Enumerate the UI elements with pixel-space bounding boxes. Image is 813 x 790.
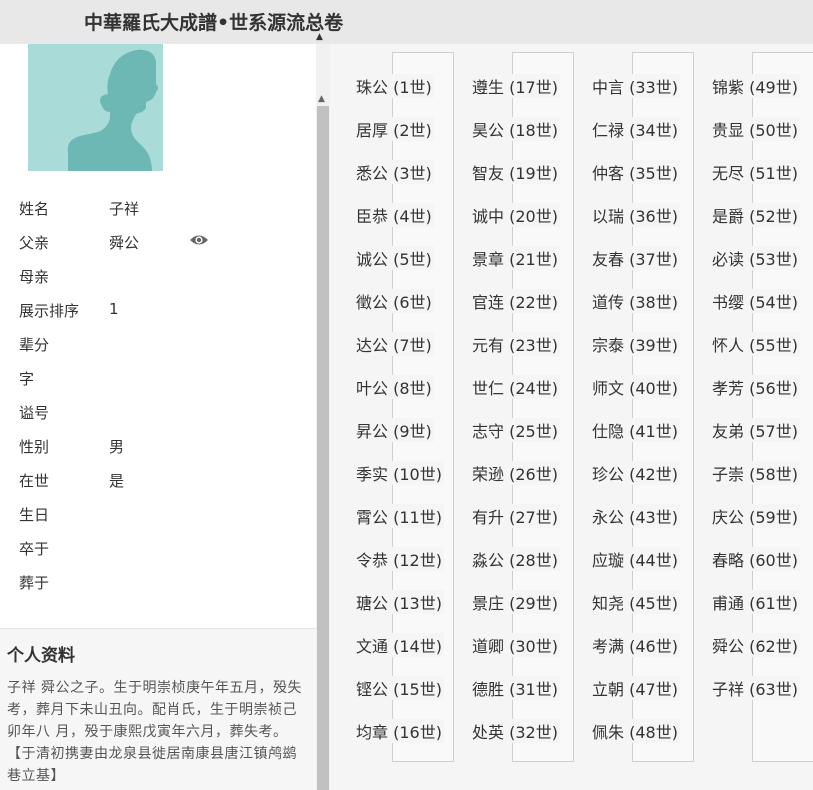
generation-list-panel: 珠公 (1世) 居厚 (2世) 悉公 (3世) 臣恭 (4世) 诚公 (5世) 徵公 (6… — [330, 44, 813, 790]
generation-item[interactable]: 德胜 (31世) — [470, 676, 560, 700]
info-label: 辈分 — [19, 336, 50, 354]
generation-item[interactable]: 处英 (32世) — [470, 719, 560, 743]
generation-item[interactable]: 荣逊 (26世) — [470, 461, 560, 485]
generation-item[interactable]: 悉公 (3世) — [354, 160, 434, 184]
info-value: 舜公 — [109, 234, 140, 252]
profile-section: 个人资料 子祥 舜公之子。生于明崇桢庚午年五月，殁失考，葬月下未山丑向。配肖氏，… — [0, 628, 316, 790]
generation-item[interactable]: 仁禄 (34世) — [590, 117, 680, 141]
generation-item[interactable]: 诚公 (5世) — [354, 246, 434, 270]
info-label: 在世 — [19, 472, 50, 490]
generation-item[interactable]: 友弟 (57世) — [710, 418, 800, 442]
generation-item[interactable]: 道传 (38世) — [590, 289, 680, 313]
info-value: 1 — [109, 300, 119, 318]
info-value: 子祥 — [109, 200, 140, 218]
generation-item[interactable]: 铿公 (15世) — [354, 676, 444, 700]
generation-item[interactable]: 昊公 (18世) — [470, 117, 560, 141]
generation-item[interactable]: 道卿 (30世) — [470, 633, 560, 657]
generation-item[interactable]: 志守 (25世) — [470, 418, 560, 442]
generation-item[interactable]: 景章 (21世) — [470, 246, 560, 270]
generation-item[interactable]: 居厚 (2世) — [354, 117, 434, 141]
generation-item[interactable]: 淼公 (28世) — [470, 547, 560, 571]
generation-item[interactable]: 文通 (14世) — [354, 633, 444, 657]
generation-item[interactable]: 知尧 (45世) — [590, 590, 680, 614]
generation-item[interactable]: 霄公 (11世) — [354, 504, 444, 528]
generation-item[interactable]: 是爵 (52世) — [710, 203, 800, 227]
generation-item[interactable]: 仕隐 (41世) — [590, 418, 680, 442]
generation-item[interactable]: 师文 (40世) — [590, 375, 680, 399]
generation-item[interactable]: 智友 (19世) — [470, 160, 560, 184]
generation-item[interactable]: 景庄 (29世) — [470, 590, 560, 614]
generation-item[interactable]: 锦紫 (49世) — [710, 74, 800, 98]
profile-text: 子祥 舜公之子。生于明崇桢庚午年五月，殁失考，葬月下未山丑向。配肖氏，生于明崇祯… — [7, 680, 302, 784]
generation-item[interactable]: 佩朱 (48世) — [590, 719, 680, 743]
generation-item[interactable]: 中言 (33世) — [590, 74, 680, 98]
generation-item[interactable]: 孝芳 (56世) — [710, 375, 800, 399]
generation-item[interactable]: 世仁 (24世) — [470, 375, 560, 399]
generation-item[interactable]: 友春 (37世) — [590, 246, 680, 270]
collapse-arrow-icon[interactable]: ▲ — [316, 32, 323, 42]
generation-item[interactable]: 必读 (53世) — [710, 246, 800, 270]
generation-item[interactable]: 诚中 (20世) — [470, 203, 560, 227]
generation-item[interactable]: 庆公 (59世) — [710, 504, 800, 528]
page-title: 中華羅氏大成譜•世系源流总卷 — [84, 12, 344, 34]
generation-item[interactable]: 令恭 (12世) — [354, 547, 444, 571]
info-label: 字 — [19, 370, 35, 388]
info-label: 展示排序 — [19, 302, 80, 320]
info-label: 谥号 — [19, 404, 50, 422]
generation-item[interactable]: 季实 (10世) — [354, 461, 444, 485]
generation-item[interactable]: 立朝 (47世) — [590, 676, 680, 700]
generation-item[interactable]: 甫通 (61世) — [710, 590, 800, 614]
person-detail-panel: 姓名 子祥 父亲 舜公 母亲 展示排序 1 辈分 字 谥号 性别 男 在世 是 … — [0, 44, 316, 790]
info-label: 姓名 — [19, 200, 50, 218]
generation-item[interactable]: 仲客 (35世) — [590, 160, 680, 184]
scroll-up-arrow-icon[interactable]: ▲ — [318, 94, 325, 104]
generation-item[interactable]: 怀人 (55世) — [710, 332, 800, 356]
info-label: 葬于 — [19, 574, 50, 592]
generation-item[interactable]: 有升 (27世) — [470, 504, 560, 528]
generation-item[interactable]: 应璇 (44世) — [590, 547, 680, 571]
generation-item[interactable]: 瑭公 (13世) — [354, 590, 444, 614]
generation-item[interactable]: 舜公 (62世) — [710, 633, 800, 657]
generation-item[interactable]: 均章 (16世) — [354, 719, 444, 743]
generation-item[interactable]: 子崇 (58世) — [710, 461, 800, 485]
generation-item[interactable]: 臣恭 (4世) — [354, 203, 434, 227]
generation-item[interactable]: 达公 (7世) — [354, 332, 434, 356]
generation-item[interactable]: 元有 (23世) — [470, 332, 560, 356]
generation-item[interactable]: 贵显 (50世) — [710, 117, 800, 141]
generation-item[interactable]: 永公 (43世) — [590, 504, 680, 528]
generation-item[interactable]: 徵公 (6世) — [354, 289, 434, 313]
scrollbar-thumb[interactable] — [317, 106, 329, 790]
app-header: 中華羅氏大成譜•世系源流总卷 ▲ — [0, 0, 813, 44]
generation-item[interactable]: 春略 (60世) — [710, 547, 800, 571]
generation-item[interactable]: 考满 (46世) — [590, 633, 680, 657]
generation-item[interactable]: 子祥 (63世) — [710, 676, 800, 700]
info-label: 生日 — [19, 506, 50, 524]
generation-item[interactable]: 遵生 (17世) — [470, 74, 560, 98]
info-label: 父亲 — [19, 234, 50, 252]
info-label: 母亲 — [19, 268, 50, 286]
generation-item[interactable]: 官连 (22世) — [470, 289, 560, 313]
generation-item[interactable]: 珠公 (1世) — [354, 74, 434, 98]
info-value: 男 — [109, 438, 125, 456]
info-value: 是 — [109, 472, 125, 490]
info-label: 性别 — [19, 438, 50, 456]
info-label: 卒于 — [19, 540, 50, 558]
eye-icon[interactable] — [189, 233, 209, 247]
generation-item[interactable]: 昇公 (9世) — [354, 418, 434, 442]
generation-item[interactable]: 书缨 (54世) — [710, 289, 800, 313]
generation-item[interactable]: 宗泰 (39世) — [590, 332, 680, 356]
generation-item[interactable]: 以瑞 (36世) — [590, 203, 680, 227]
avatar — [28, 44, 163, 171]
generation-item[interactable]: 无尽 (51世) — [710, 160, 800, 184]
generation-item[interactable]: 珍公 (42世) — [590, 461, 680, 485]
profile-title: 个人资料 — [7, 646, 75, 666]
generation-item[interactable]: 叶公 (8世) — [354, 375, 434, 399]
